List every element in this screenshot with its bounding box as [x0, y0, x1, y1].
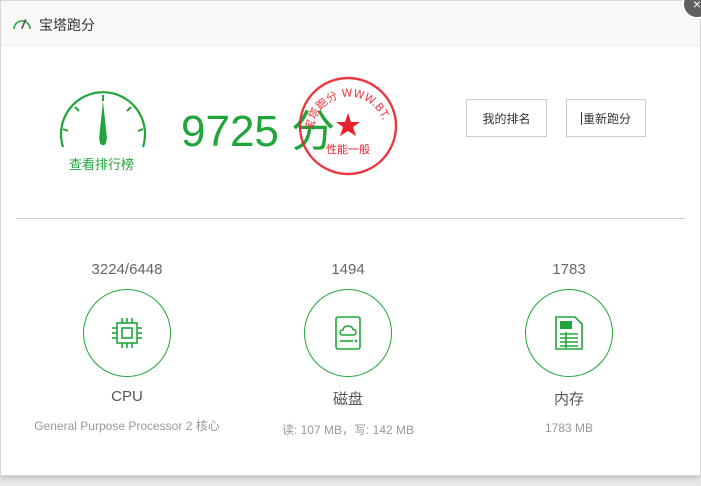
svg-text:性能一般: 性能一般	[326, 142, 370, 156]
view-leaderboard-link[interactable]: 查看排行榜	[69, 154, 134, 173]
my-rank-button[interactable]: 我的排名	[466, 99, 547, 137]
rating-seal-stamp: 宝塔跑分 WWW.BT.CN 性能一般	[297, 75, 398, 176]
cpu-icon-ring	[83, 289, 171, 377]
memory-score: 1783	[552, 261, 586, 278]
memory-description: 1783 MB	[544, 421, 594, 435]
metric-disk: 1494 磁盘 读: 107 MB，写: 142 MB	[248, 259, 448, 438]
metric-memory: 1783 内存 1783 MB	[469, 259, 669, 435]
benchmark-dialog: 宝塔跑分 查看排行榜 9725 分 宝塔跑分 WWW.BT.CN 性能一般 我的…	[0, 0, 701, 476]
disk-score: 1494	[331, 261, 365, 278]
cpu-description: General Purpose Processor 2 核心	[34, 419, 220, 433]
disk-icon-ring	[304, 289, 392, 377]
dialog-title: 宝塔跑分	[39, 17, 95, 33]
dialog-titlebar: 宝塔跑分	[1, 1, 700, 46]
cpu-score: 3224/6448	[91, 261, 163, 278]
disk-drive-icon	[335, 316, 361, 350]
retest-label: 重新跑分	[582, 111, 631, 126]
retest-button[interactable]: 重新跑分	[566, 99, 646, 137]
memory-card-icon	[555, 316, 583, 350]
cpu-chip-icon	[112, 318, 142, 348]
close-icon: ×	[692, 0, 701, 12]
disk-description: 读: 107 MB，写: 142 MB	[281, 423, 415, 437]
disk-label: 磁盘	[332, 391, 363, 408]
cpu-label: CPU	[111, 388, 143, 405]
memory-icon-ring	[525, 289, 613, 377]
divider	[16, 218, 685, 219]
memory-label: 内存	[553, 391, 584, 408]
speedometer-icon	[13, 19, 31, 30]
score-gauge-icon	[59, 91, 147, 148]
metric-cpu: 3224/6448 CPU General Purpose Processor …	[27, 259, 227, 434]
